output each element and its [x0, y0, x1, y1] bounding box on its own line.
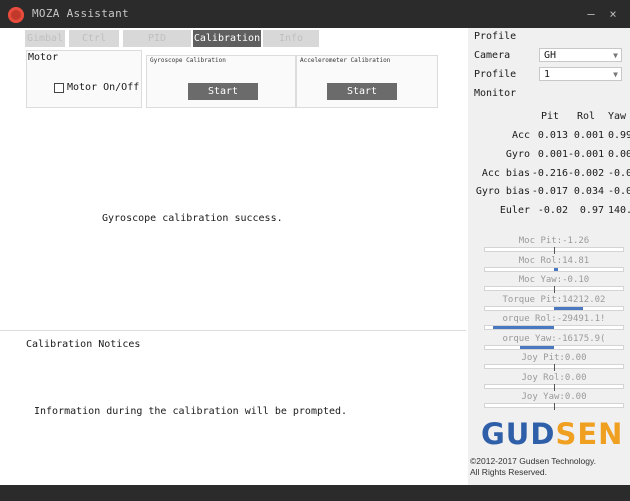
calibration-status-message: Gyroscope calibration success. — [102, 213, 283, 224]
monitor-bar-label: orque Yaw:-16175.9( — [502, 333, 606, 344]
motor-group-label: Motor — [28, 52, 59, 63]
monitor-bar-label: Moc Rol:14.81 — [518, 255, 590, 266]
minimize-button[interactable]: – — [582, 6, 600, 22]
monitor-bar-track — [484, 325, 624, 330]
monitor-bar-label: Joy Rol:0.00 — [521, 372, 587, 383]
monitor-row-label: Gyro — [505, 149, 530, 160]
monitor-header-pit: Pit — [540, 111, 560, 122]
notices-title: Calibration Notices — [26, 339, 141, 350]
monitor-bar-marker — [554, 403, 555, 410]
monitor-cell: 0.001 — [573, 130, 604, 141]
monitor-bar-marker — [554, 247, 555, 254]
monitor-bar-track — [484, 383, 624, 391]
gyro-calibration-start-button[interactable]: Start — [188, 83, 258, 100]
gyro-calibration-title: Gyroscope Calibration — [150, 57, 226, 64]
gudsen-logo-part1: GUD — [481, 417, 556, 451]
gudsen-logo-part2: SEN — [555, 417, 624, 451]
camera-select-value: GH — [544, 50, 557, 61]
monitor-bar-marker — [554, 364, 555, 371]
copyright-line2: All Rights Reserved. — [470, 467, 548, 477]
monitor-table: Pit Rol Yaw Acc 0.013 0.001 0.99 Gyro 0.… — [468, 102, 630, 234]
monitor-cell: -0.002 — [568, 168, 605, 179]
tab-ctrl[interactable]: Ctrl — [69, 30, 119, 47]
monitor-cell: 0.99 — [608, 130, 630, 141]
monitor-bar-track — [484, 247, 624, 254]
monitor-bar-track — [484, 403, 624, 410]
profile-select-value: 1 — [544, 69, 551, 80]
monitor-bar-track — [484, 266, 624, 272]
status-bar — [0, 485, 630, 501]
monitor-cell: -0.02 — [537, 205, 568, 216]
monitor-bar-label: Torque Pit:14212.02 — [502, 294, 606, 305]
tab-calibration[interactable]: Calibration — [193, 30, 261, 47]
notices-divider — [0, 330, 466, 331]
monitor-bar-label: orque Rol:-29491.1! — [502, 314, 606, 324]
profile-select[interactable]: 1 ▼ — [539, 67, 622, 81]
chevron-down-icon: ▼ — [613, 70, 618, 79]
monitor-bar-fill — [519, 345, 554, 349]
monitor-bars: Moc Pit:-1.26 Moc Rol:14.81 Moc Yaw:-0.10 T… — [484, 236, 624, 412]
monitor-cell: -0.02 — [608, 186, 630, 197]
monitor-cell: -0.017 — [531, 186, 568, 197]
window-title: MOZA Assistant — [32, 7, 129, 20]
chevron-down-icon: ▼ — [613, 51, 618, 60]
monitor-bar-fill — [554, 306, 583, 310]
monitor-bar-label: Moc Pit:-1.26 — [518, 236, 590, 246]
monitor-row-label: Gyro bias — [475, 186, 530, 197]
copyright: ©2012-2017 Gudsen Technology. All Rights… — [470, 456, 596, 478]
monitor-bar-label: Moc Yaw:-0.10 — [518, 275, 590, 285]
monitor-cell: 0.00 — [608, 149, 630, 160]
monitor-bar-label: Joy Pit:0.00 — [521, 353, 587, 363]
monitor-header-rol: Rol — [576, 111, 596, 122]
notices-message: Information during the calibration will … — [34, 406, 348, 417]
monitor-bar-marker — [554, 286, 555, 293]
monitor-cell: 140.8 — [608, 205, 630, 216]
monitor-cell: 0.034 — [573, 186, 604, 197]
profile-section-label: Profile — [474, 31, 517, 42]
monitor-cell: 0.001 — [537, 149, 568, 160]
monitor-section-label: Monitor — [474, 88, 517, 99]
camera-label: Camera — [474, 50, 511, 61]
monitor-bar-fill — [493, 326, 554, 329]
monitor-cell: 0.97 — [579, 205, 604, 216]
monitor-row-label: Euler — [499, 205, 530, 216]
gudsen-logo: GUDSEN — [481, 417, 623, 451]
monitor-row-label: Acc — [511, 130, 530, 141]
monitor-bar-fill — [554, 267, 559, 271]
monitor-bar-label: Joy Yaw:0.00 — [521, 392, 587, 402]
monitor-bar-track — [484, 344, 624, 350]
monitor-header-yaw: Yaw — [607, 111, 627, 122]
monitor-cell: -0.216 — [531, 168, 568, 179]
copyright-line1: ©2012-2017 Gudsen Technology. — [470, 456, 596, 466]
accel-calibration-start-button[interactable]: Start — [327, 83, 397, 100]
monitor-bar-track — [484, 364, 624, 371]
accel-calibration-title: Accelerometer Calibration — [300, 57, 391, 64]
monitor-bar-track — [484, 286, 624, 293]
close-button[interactable]: × — [604, 6, 622, 22]
moza-logo-icon — [8, 7, 24, 23]
monitor-cell: 0.013 — [537, 130, 568, 141]
tab-pid[interactable]: PID — [123, 30, 191, 47]
monitor-bar-marker — [554, 383, 555, 391]
motor-checkbox[interactable] — [54, 82, 64, 93]
camera-select[interactable]: GH ▼ — [539, 48, 622, 62]
profile-label: Profile — [474, 69, 517, 80]
monitor-row-label: Acc bias — [481, 168, 530, 179]
monitor-cell: -0.001 — [568, 149, 605, 160]
motor-toggle[interactable]: Motor On/Off — [54, 82, 139, 93]
tab-gimbal[interactable]: Gimbal — [25, 30, 65, 47]
tab-info[interactable]: Info — [263, 30, 319, 47]
motor-checkbox-label: Motor On/Off — [67, 82, 140, 93]
monitor-bar-track — [484, 305, 624, 311]
monitor-cell: -0.00 — [608, 168, 630, 179]
